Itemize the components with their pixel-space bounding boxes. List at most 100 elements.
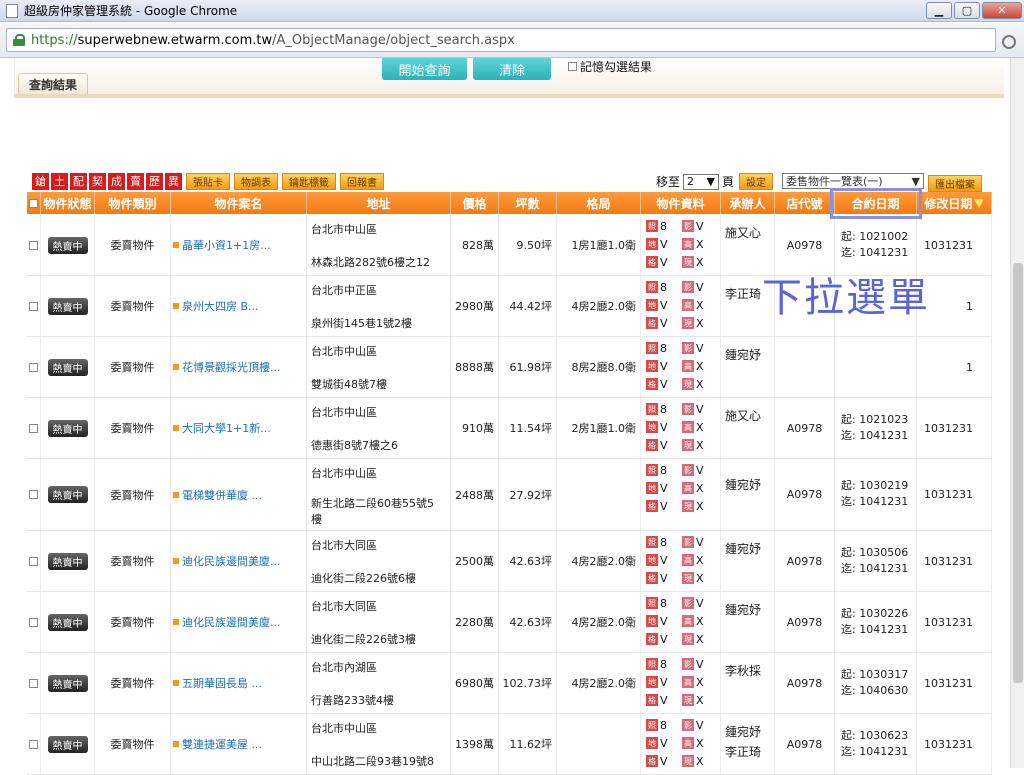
case-name-link[interactable]: 晶華小資1+1房... [171, 237, 271, 253]
photo-icon[interactable]: 照 [646, 403, 658, 415]
floorplan-icon[interactable]: 格 [646, 500, 658, 512]
height-icon[interactable]: 高 [682, 615, 694, 627]
photo-icon[interactable]: 照 [646, 342, 658, 354]
column-status[interactable]: 物件狀態 [41, 192, 95, 214]
tool-button-5[interactable]: 成 [108, 172, 125, 190]
height-icon[interactable]: 高 [682, 360, 694, 372]
video-icon[interactable]: 影 [682, 403, 694, 415]
land-icon[interactable]: 地 [646, 554, 658, 566]
scrollbar-thumb[interactable] [1013, 263, 1023, 683]
case-name-link[interactable]: 電梯雙併華廈 ... [171, 487, 262, 503]
video-icon[interactable]: 影 [682, 281, 694, 293]
tool-button-3[interactable]: 配 [70, 172, 87, 190]
table-row[interactable]: 熱賣中 委賣物件 花博景觀採光頂樓... 台北市中山區 雙城街48號7樓 888… [27, 337, 992, 398]
tool-button-1[interactable]: 鎗 [32, 172, 49, 190]
row-select-cell[interactable] [27, 459, 41, 530]
case-name-link[interactable]: 花博景觀採光頂樓... [171, 359, 281, 375]
case-name-link[interactable]: 迪化民族邊間美廈... [171, 614, 281, 630]
current-icon[interactable]: 現 [682, 572, 694, 584]
land-icon[interactable]: 地 [646, 421, 658, 433]
video-icon[interactable]: 影 [682, 597, 694, 609]
tab-results[interactable]: 查詢結果 [18, 73, 88, 95]
column-name[interactable]: 物件案名 [171, 192, 307, 214]
floorplan-icon[interactable]: 格 [646, 256, 658, 268]
tool-button-4[interactable]: 契 [89, 172, 106, 190]
url-field[interactable]: https:// superwebnew.etwarm.com.tw /A_Ob… [6, 28, 996, 52]
current-icon[interactable]: 現 [682, 694, 694, 706]
height-icon[interactable]: 高 [682, 238, 694, 250]
land-icon[interactable]: 地 [646, 615, 658, 627]
table-row[interactable]: 熱賣中 委賣物件 雙連捷運美屋 ... 台北市中山區 中山北路二段93巷19號8… [27, 714, 992, 775]
table-row[interactable]: 熱賣中 委賣物件 電梯雙併華廈 ... 台北市中山區 新生北路二段60巷55號5… [27, 459, 992, 531]
survey-form-button[interactable]: 物調表 [234, 172, 278, 190]
video-icon[interactable]: 影 [682, 342, 694, 354]
land-icon[interactable]: 地 [646, 482, 658, 494]
land-icon[interactable]: 地 [646, 676, 658, 688]
close-button[interactable]: ✕ [982, 2, 1022, 19]
row-select-cell[interactable] [27, 276, 41, 336]
land-icon[interactable]: 地 [646, 238, 658, 250]
vertical-scrollbar[interactable] [1010, 58, 1024, 768]
report-button[interactable]: 回報書 [340, 172, 384, 190]
tool-button-7[interactable]: 歷 [146, 172, 163, 190]
height-icon[interactable]: 高 [682, 737, 694, 749]
photo-icon[interactable]: 照 [646, 719, 658, 731]
floorplan-icon[interactable]: 格 [646, 572, 658, 584]
column-modified-date[interactable]: 修改日期 ▼ [917, 192, 992, 214]
zoom-icon[interactable] [1002, 35, 1016, 49]
row-checkbox[interactable] [29, 240, 38, 250]
height-icon[interactable]: 高 [682, 299, 694, 311]
video-icon[interactable]: 影 [682, 658, 694, 670]
row-select-cell[interactable] [27, 653, 41, 713]
row-checkbox[interactable] [29, 362, 38, 372]
row-checkbox[interactable] [29, 556, 38, 566]
column-layout[interactable]: 格局 [557, 192, 641, 214]
table-row[interactable]: 熱賣中 委賣物件 迪化民族邊間美廈... 台北市大同區 迪化街二段226號3樓 … [27, 592, 992, 653]
land-icon[interactable]: 地 [646, 299, 658, 311]
current-icon[interactable]: 現 [682, 256, 694, 268]
tool-button-2[interactable]: 土 [51, 172, 68, 190]
table-row[interactable]: 熱賣中 委賣物件 大同大學1+1新... 台北市中山區 德惠街8號7樓之6 91… [27, 398, 992, 459]
land-icon[interactable]: 地 [646, 360, 658, 372]
photo-icon[interactable]: 照 [646, 464, 658, 476]
export-button[interactable]: 匯出檔案 [928, 175, 982, 192]
video-icon[interactable]: 影 [682, 719, 694, 731]
video-icon[interactable]: 影 [682, 464, 694, 476]
column-address[interactable]: 地址 [307, 192, 451, 214]
height-icon[interactable]: 高 [682, 421, 694, 433]
poster-card-button[interactable]: 張貼卡 [186, 172, 230, 190]
table-row[interactable]: 熱賣中 委賣物件 迪化民族邊間美廈... 台北市大同區 迪化街二段226號6樓 … [27, 531, 992, 592]
tool-button-8[interactable]: 異 [165, 172, 182, 190]
current-icon[interactable]: 現 [682, 378, 694, 390]
case-name-link[interactable]: 五期華固長島 ... [171, 675, 262, 691]
height-icon[interactable]: 高 [682, 482, 694, 494]
tool-button-6[interactable]: 賣 [127, 172, 144, 190]
row-select-cell[interactable] [27, 592, 41, 652]
column-area[interactable]: 坪數 [499, 192, 557, 214]
photo-icon[interactable]: 照 [646, 658, 658, 670]
select-all-cell[interactable] [27, 192, 41, 214]
photo-icon[interactable]: 照 [646, 597, 658, 609]
row-checkbox[interactable] [29, 301, 38, 311]
row-checkbox[interactable] [29, 739, 38, 749]
column-agent[interactable]: 承辦人 [721, 192, 775, 214]
column-info[interactable]: 物件資料 [641, 192, 721, 214]
clear-button[interactable]: 清除 [473, 58, 551, 80]
remember-checkbox[interactable] [568, 62, 577, 71]
row-checkbox[interactable] [29, 617, 38, 627]
row-checkbox[interactable] [29, 678, 38, 688]
column-category[interactable]: 物件類別 [95, 192, 171, 214]
current-icon[interactable]: 現 [682, 755, 694, 767]
maximize-button[interactable]: ▢ [954, 2, 980, 19]
row-select-cell[interactable] [27, 398, 41, 458]
row-select-cell[interactable] [27, 215, 41, 275]
remember-selection[interactable]: 記憶勾選結果 [568, 58, 652, 75]
current-icon[interactable]: 現 [682, 439, 694, 451]
row-select-cell[interactable] [27, 714, 41, 774]
floorplan-icon[interactable]: 格 [646, 378, 658, 390]
video-icon[interactable]: 影 [682, 536, 694, 548]
photo-icon[interactable]: 照 [646, 281, 658, 293]
floorplan-icon[interactable]: 格 [646, 439, 658, 451]
row-select-cell[interactable] [27, 337, 41, 397]
row-checkbox[interactable] [29, 490, 38, 499]
